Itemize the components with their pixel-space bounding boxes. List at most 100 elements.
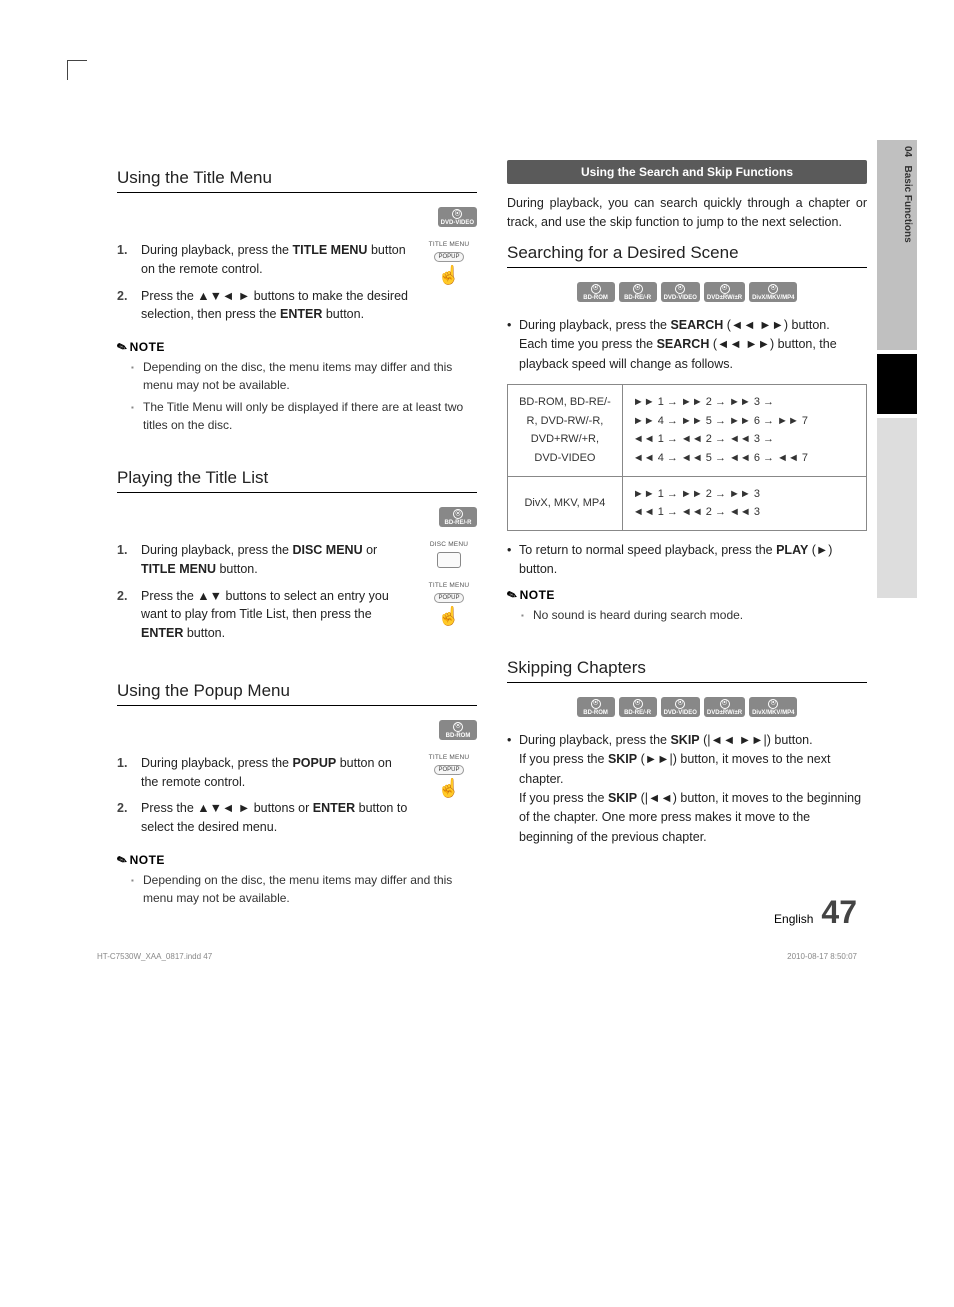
notes-list: Depending on the disc, the menu items ma…: [117, 871, 477, 907]
steps-list: During playback, press the DISC MENU or …: [117, 541, 411, 651]
pencil-icon: ✎: [505, 586, 520, 603]
right-column: Using the Search and Skip Functions Duri…: [507, 160, 867, 911]
disc-icon: ⦿: [675, 699, 685, 709]
disc-badge: ⦿DVD±RW/±R: [704, 697, 745, 717]
graphic-label: TITLE MENU: [429, 582, 470, 589]
heading-skipping: Skipping Chapters: [507, 658, 867, 683]
intro-paragraph: During playback, you can search quickly …: [507, 194, 867, 233]
disc-label: DVD-VIDEO: [441, 220, 474, 226]
side-tab-spacer: [877, 418, 917, 598]
disc-badge: ⦿DVD-VIDEO: [661, 697, 700, 717]
disc-icon: ⦿: [768, 699, 778, 709]
badge-row: ⦿BD-ROM ⦿BD-RE/-R ⦿DVD-VIDEO ⦿DVD±RW/±R …: [507, 697, 867, 717]
table-cell: BD-ROM, BD-RE/-R, DVD-RW/-R, DVD+RW/+R, …: [508, 384, 623, 476]
step-item: During playback, press the POPUP button …: [117, 754, 411, 792]
step-item: Press the ▲▼◄ ► buttons to make the desi…: [117, 287, 411, 325]
badge-row: ⦿BD-ROM ⦿BD-RE/-R ⦿DVD-VIDEO ⦿DVD±RW/±R …: [507, 282, 867, 302]
side-tab-accent: [877, 354, 917, 414]
disc-icon: ⦿: [452, 209, 462, 219]
meta-date: 2010-08-17 8:50:07: [787, 952, 857, 961]
step-item: Press the ▲▼ buttons to select an entry …: [117, 587, 411, 643]
badge-row: ⦿ BD-RE/-R: [117, 507, 477, 527]
steps-list: During playback, press the TITLE MENU bu…: [117, 241, 411, 332]
bullet-item: To return to normal speed playback, pres…: [507, 541, 867, 580]
manual-page: 04 Basic Functions Using the Title Menu …: [37, 40, 917, 971]
table-row: BD-ROM, BD-RE/-R, DVD-RW/-R, DVD+RW/+R, …: [508, 384, 867, 476]
bullet-list: During playback, press the SKIP (|◄◄ ►►|…: [507, 731, 867, 847]
side-tab-rail: 04 Basic Functions: [877, 140, 917, 598]
remote-graphic: TITLE MENU POPUP ☝: [421, 241, 477, 284]
side-tab: 04 Basic Functions: [877, 140, 917, 350]
remote-graphic: TITLE MENU POPUP ☝: [421, 754, 477, 797]
table-cell: ►► 1 → ►► 2 → ►► 3 ◄◄ 1 → ◄◄ 2 → ◄◄ 3: [622, 476, 866, 530]
hand-icon: ☝: [438, 779, 460, 797]
step-row: During playback, press the DISC MENU or …: [117, 541, 477, 651]
disc-icon: ⦿: [453, 722, 463, 732]
table-cell: ►► 1 → ►► 2 → ►► 3 → ►► 4 → ►► 5 → ►► 6 …: [622, 384, 866, 476]
note-item: Depending on the disc, the menu items ma…: [117, 871, 477, 907]
hand-icon: ☝: [438, 266, 460, 284]
disc-badge: ⦿DivX/MKV/MP4: [749, 697, 797, 717]
step-item: During playback, press the TITLE MENU bu…: [117, 241, 411, 279]
note-item: No sound is heard during search mode.: [507, 606, 867, 624]
step-row: During playback, press the TITLE MENU bu…: [117, 241, 477, 332]
page-number: 47: [821, 894, 857, 931]
disc-badge: ⦿DVD±RW/±R: [704, 282, 745, 302]
disc-icon: ⦿: [720, 284, 730, 294]
badge-row: ⦿ DVD-VIDEO: [117, 207, 477, 227]
disc-badge: ⦿BD-RE/-R: [619, 697, 657, 717]
note-item: The Title Menu will only be displayed if…: [117, 398, 477, 434]
remote-graphic: DISC MENU TITLE MENU POPUP ☝: [421, 541, 477, 625]
disc-badge: ⦿ BD-ROM: [439, 720, 477, 740]
disc-icon: ⦿: [591, 699, 601, 709]
popup-button-graphic: POPUP: [434, 765, 463, 775]
graphic-label: TITLE MENU: [429, 241, 470, 248]
disc-label: BD-RE/-R: [445, 520, 472, 526]
steps-list: During playback, press the POPUP button …: [117, 754, 411, 845]
disc-badge: ⦿BD-RE/-R: [619, 282, 657, 302]
heading-title-menu: Using the Title Menu: [117, 168, 477, 193]
graphic-label: DISC MENU: [430, 541, 468, 548]
note-heading: ✎NOTE: [117, 853, 477, 867]
table-row: DivX, MKV, MP4 ►► 1 → ►► 2 → ►► 3 ◄◄ 1 →…: [508, 476, 867, 530]
speed-table: BD-ROM, BD-RE/-R, DVD-RW/-R, DVD+RW/+R, …: [507, 384, 867, 531]
meta-file: HT-C7530W_XAA_0817.indd 47: [97, 952, 212, 961]
left-column: Using the Title Menu ⦿ DVD-VIDEO During …: [117, 160, 477, 911]
note-heading: ✎NOTE: [117, 340, 477, 354]
chapter-title: Basic Functions: [902, 165, 913, 242]
step-row: During playback, press the POPUP button …: [117, 754, 477, 845]
disc-icon: ⦿: [720, 699, 730, 709]
table-cell: DivX, MKV, MP4: [508, 476, 623, 530]
content-columns: Using the Title Menu ⦿ DVD-VIDEO During …: [117, 160, 867, 911]
graphic-label: TITLE MENU: [429, 754, 470, 761]
crop-mark: [67, 60, 87, 80]
disc-icon: ⦿: [453, 509, 463, 519]
bullet-item: During playback, press the SKIP (|◄◄ ►►|…: [507, 731, 867, 847]
badge-row: ⦿ BD-ROM: [117, 720, 477, 740]
disc-badge: ⦿BD-ROM: [577, 282, 615, 302]
chapter-number: 04: [902, 146, 913, 157]
notes-list: Depending on the disc, the menu items ma…: [117, 358, 477, 434]
step-item: During playback, press the DISC MENU or …: [117, 541, 411, 579]
section-bar: Using the Search and Skip Functions: [507, 160, 867, 184]
disc-icon: ⦿: [768, 284, 778, 294]
heading-search-scene: Searching for a Desired Scene: [507, 243, 867, 268]
disc-badge: ⦿DVD-VIDEO: [661, 282, 700, 302]
disc-label: BD-ROM: [446, 733, 471, 739]
notes-list: No sound is heard during search mode.: [507, 606, 867, 624]
heading-popup-menu: Using the Popup Menu: [117, 681, 477, 706]
note-heading: ✎NOTE: [507, 588, 867, 602]
disc-badge: ⦿BD-ROM: [577, 697, 615, 717]
popup-button-graphic: POPUP: [434, 593, 463, 603]
pencil-icon: ✎: [115, 339, 130, 356]
disc-badge: ⦿DivX/MKV/MP4: [749, 282, 797, 302]
note-item: Depending on the disc, the menu items ma…: [117, 358, 477, 394]
popup-button-graphic: POPUP: [434, 252, 463, 262]
footer-language: English: [774, 912, 813, 926]
disc-badge: ⦿ DVD-VIDEO: [438, 207, 477, 227]
disc-icon: ⦿: [675, 284, 685, 294]
button-rect-graphic: [437, 552, 461, 568]
disc-icon: ⦿: [633, 699, 643, 709]
hand-icon: ☝: [438, 607, 460, 625]
disc-icon: ⦿: [591, 284, 601, 294]
